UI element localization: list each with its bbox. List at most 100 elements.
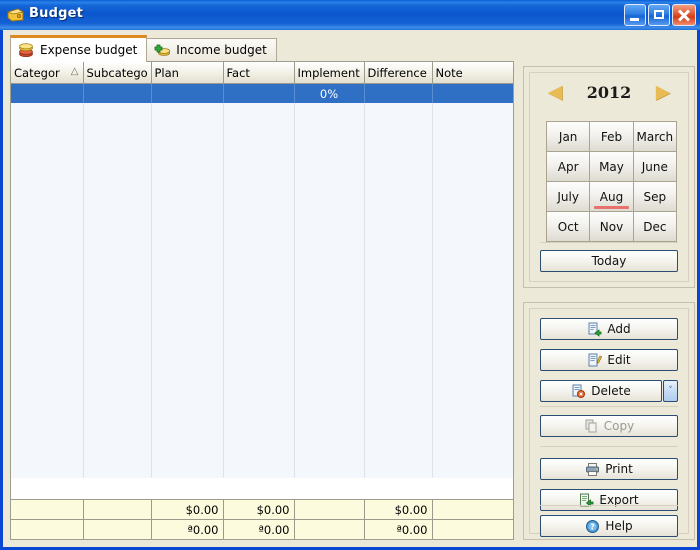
- total2-note: [432, 519, 513, 539]
- edit-button[interactable]: Edit: [540, 349, 678, 371]
- help-button[interactable]: ? Help: [540, 515, 678, 537]
- total-fact: $0.00: [223, 499, 295, 520]
- help-group: ? Help: [540, 515, 678, 537]
- minimize-button[interactable]: [624, 4, 646, 26]
- window-title: Budget: [29, 6, 84, 21]
- add-button-label: Add: [607, 322, 631, 336]
- copy-icon: [584, 419, 599, 434]
- column-header-subcategory[interactable]: Subcatego: [83, 62, 152, 84]
- maximize-icon: [654, 10, 664, 19]
- calendar-panel-inner: ◀ 2012 ▶ Jan Feb March Apr May June July…: [529, 72, 689, 282]
- crud-group: Add Edit Delete ˅: [540, 318, 678, 402]
- total-implement: [294, 499, 365, 520]
- wallet-icon: [6, 7, 25, 23]
- actions-panel: Add Edit Delete ˅ Copy Print Export ? He…: [523, 302, 695, 540]
- cell-fact: [223, 83, 295, 103]
- total-note: [432, 499, 513, 520]
- edit-pencil-icon: [587, 353, 603, 368]
- column-header-plan[interactable]: Plan: [151, 62, 224, 84]
- month-button-apr[interactable]: Apr: [547, 152, 591, 182]
- delete-button[interactable]: Delete: [540, 380, 662, 402]
- calendar-panel: ◀ 2012 ▶ Jan Feb March Apr May June July…: [523, 66, 695, 288]
- month-button-june[interactable]: June: [633, 152, 677, 182]
- total2-category: [11, 519, 84, 539]
- month-button-feb[interactable]: Feb: [590, 122, 634, 152]
- totals-section: $0.00 $0.00 $0.00 ª0.00 ª0.00 ª0.00: [11, 499, 513, 539]
- cell-note: [432, 83, 513, 103]
- copy-button[interactable]: Copy: [540, 415, 678, 437]
- cell-implement: 0%: [294, 83, 365, 103]
- totals-row-primary: $0.00 $0.00 $0.00: [11, 499, 513, 520]
- empty-cell-4: [223, 103, 295, 478]
- printer-icon: [585, 462, 600, 477]
- add-button[interactable]: Add: [540, 318, 678, 340]
- cell-difference: [364, 83, 433, 103]
- actions-panel-inner: Add Edit Delete ˅ Copy Print Export ? He…: [529, 308, 689, 537]
- column-header-category[interactable]: Categor △: [11, 62, 84, 84]
- table-empty-area: [11, 103, 513, 478]
- total-subcategory: [83, 499, 152, 520]
- budget-grid: Categor △ Subcatego Plan Fact Implement …: [11, 62, 513, 478]
- empty-cell-1: [11, 103, 84, 478]
- tab-income-budget-label: Income budget: [176, 43, 267, 57]
- output-group: Print Export: [540, 458, 678, 511]
- today-button[interactable]: Today: [540, 250, 678, 272]
- cell-plan: [151, 83, 224, 103]
- month-button-oct[interactable]: Oct: [547, 212, 591, 242]
- expense-coins-icon: [18, 42, 35, 58]
- tab-income-budget[interactable]: Income budget: [146, 38, 277, 62]
- separator-2: [540, 446, 678, 447]
- column-header-implement[interactable]: Implement: [294, 62, 365, 84]
- month-button-july[interactable]: July: [547, 182, 591, 212]
- window-controls: [624, 4, 696, 26]
- empty-cell-2: [83, 103, 152, 478]
- next-year-button[interactable]: ▶: [652, 82, 674, 104]
- title-bar: Budget: [0, 0, 700, 30]
- total-difference: $0.00: [364, 499, 433, 520]
- year-selector: ◀ 2012 ▶: [530, 79, 688, 107]
- month-grid: Jan Feb March Apr May June July Aug Sep …: [546, 121, 677, 242]
- month-button-nov[interactable]: Nov: [590, 212, 634, 242]
- cell-subcategory: [83, 83, 152, 103]
- month-button-aug[interactable]: Aug: [590, 182, 634, 212]
- month-button-march[interactable]: March: [633, 122, 677, 152]
- tab-expense-budget-label: Expense budget: [40, 43, 138, 57]
- tab-expense-budget[interactable]: Expense budget: [10, 35, 148, 62]
- income-green-plus-icon: [154, 43, 171, 58]
- help-question-icon: ?: [585, 519, 600, 534]
- close-button[interactable]: [672, 4, 696, 26]
- print-button-label: Print: [605, 462, 633, 476]
- print-button[interactable]: Print: [540, 458, 678, 480]
- empty-cell-5: [294, 103, 365, 478]
- tab-strip: Expense budget Income budget: [10, 35, 277, 62]
- column-header-category-label: Categor: [14, 65, 60, 80]
- table-row-selected[interactable]: 0%: [11, 83, 513, 103]
- month-button-dec[interactable]: Dec: [633, 212, 677, 242]
- delete-document-icon: [571, 384, 586, 399]
- client-area: Expense budget Income budget Categor △ S…: [3, 30, 697, 547]
- separator-1: [540, 406, 678, 407]
- separator-3: [540, 505, 678, 506]
- totals-row-secondary: ª0.00 ª0.00 ª0.00: [11, 519, 513, 539]
- budget-table[interactable]: Categor △ Subcatego Plan Fact Implement …: [10, 61, 514, 540]
- edit-button-label: Edit: [607, 353, 631, 367]
- minimize-icon: [630, 18, 639, 21]
- total2-subcategory: [83, 519, 152, 539]
- month-button-sep[interactable]: Sep: [633, 182, 677, 212]
- copy-group: Copy: [540, 415, 678, 437]
- column-header-difference[interactable]: Difference: [364, 62, 433, 84]
- empty-cell-3: [151, 103, 224, 478]
- maximize-button[interactable]: [648, 4, 670, 26]
- month-button-may[interactable]: May: [590, 152, 634, 182]
- sort-ascending-icon: △: [70, 66, 79, 77]
- table-header-row: Categor △ Subcatego Plan Fact Implement …: [11, 62, 513, 84]
- column-header-note[interactable]: Note: [432, 62, 513, 84]
- column-header-fact[interactable]: Fact: [223, 62, 295, 84]
- help-button-label: Help: [605, 519, 633, 533]
- delete-dropdown-button[interactable]: ˅: [663, 380, 678, 402]
- totals-table: $0.00 $0.00 $0.00 ª0.00 ª0.00 ª0.00: [11, 499, 513, 539]
- total2-plan: ª0.00: [151, 519, 224, 539]
- export-button[interactable]: Export: [540, 489, 678, 511]
- svg-text:?: ?: [590, 522, 595, 531]
- month-button-jan[interactable]: Jan: [547, 122, 591, 152]
